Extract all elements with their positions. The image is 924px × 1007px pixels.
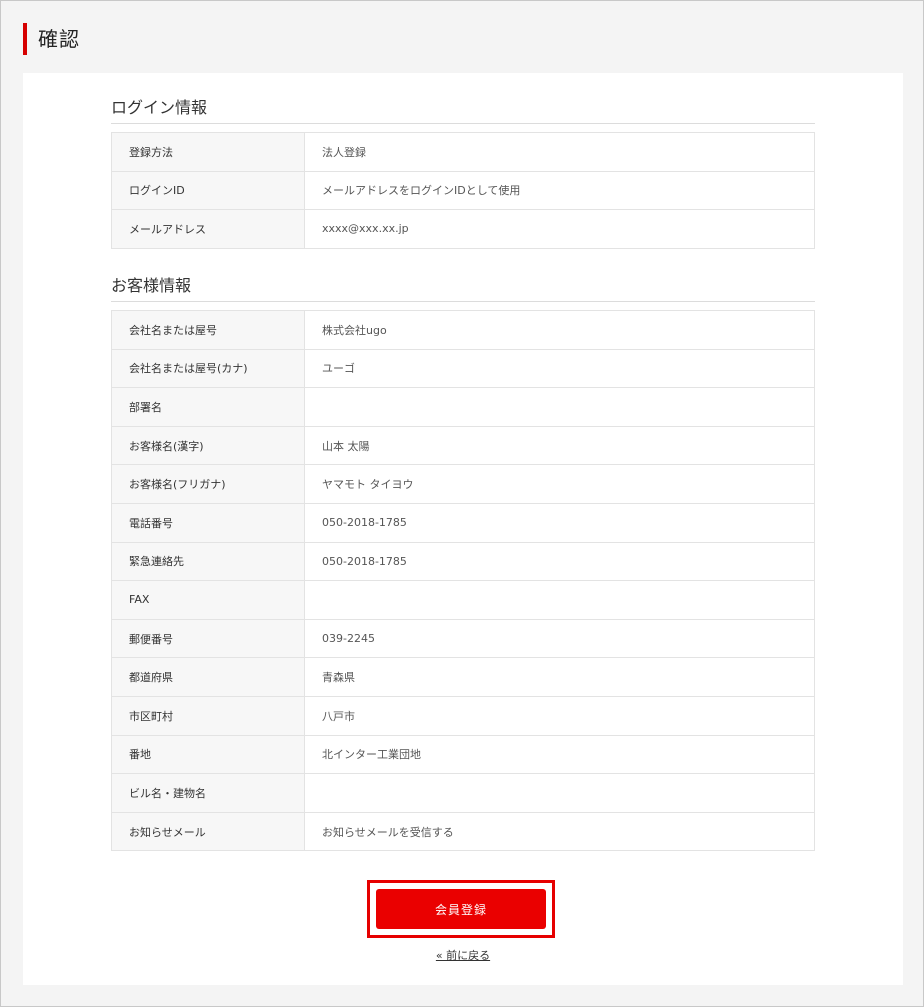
table-row: 郵便番号 039-2245 [111, 618, 815, 659]
table-row: 電話番号 050-2018-1785 [111, 502, 815, 543]
row-value: メールアドレスをログインIDとして使用 [304, 170, 815, 211]
row-label: 緊急連絡先 [111, 541, 305, 582]
table-row: 会社名または屋号 株式会社ugo [111, 310, 815, 350]
table-row: 会社名または屋号(カナ) ユーゴ [111, 348, 815, 389]
row-label: 会社名または屋号(カナ) [111, 348, 305, 389]
page-frame: 確認 ログイン情報 登録方法 法人登録 ログインID メールアドレスをログインIDとし… [0, 0, 924, 1007]
row-value: ヤマモト タイヨウ [304, 464, 815, 504]
row-label: 電話番号 [111, 502, 305, 543]
row-label: メールアドレス [111, 209, 305, 249]
table-row: 市区町村 八戸市 [111, 695, 815, 736]
row-label: 郵便番号 [111, 618, 305, 659]
row-value: 山本 太陽 [304, 425, 815, 466]
table-row: メールアドレス xxxx@xxx.xx.jp [111, 209, 815, 249]
row-value: 050-2018-1785 [304, 502, 815, 543]
row-value [304, 387, 815, 427]
table-row: ログインID メールアドレスをログインIDとして使用 [111, 170, 815, 211]
table-row: 都道府県 青森県 [111, 657, 815, 697]
row-value: 050-2018-1785 [304, 541, 815, 582]
row-value [304, 580, 815, 620]
row-value: 青森県 [304, 657, 815, 697]
customer-info-heading: お客様情報 [111, 275, 815, 302]
row-value: xxxx@xxx.xx.jp [304, 209, 815, 249]
table-row: ビル名・建物名 [111, 773, 815, 813]
row-label: ログインID [111, 170, 305, 211]
row-value: 法人登録 [304, 132, 815, 172]
row-label: 部署名 [111, 387, 305, 427]
row-label: お客様名(漢字) [111, 425, 305, 466]
submit-button-highlight: 会員登録 [367, 880, 555, 938]
table-row: お客様名(漢字) 山本 太陽 [111, 425, 815, 466]
register-member-button[interactable]: 会員登録 [376, 889, 546, 929]
confirmation-panel: ログイン情報 登録方法 法人登録 ログインID メールアドレスをログインIDとして使用… [23, 73, 903, 985]
row-label: お知らせメール [111, 811, 305, 852]
row-value: 北インター工業団地 [304, 734, 815, 775]
table-row: 番地 北インター工業団地 [111, 734, 815, 775]
table-row: 部署名 [111, 387, 815, 427]
row-label: FAX [111, 580, 305, 620]
row-label: 市区町村 [111, 695, 305, 736]
row-value: ユーゴ [304, 348, 815, 389]
row-label: 都道府県 [111, 657, 305, 697]
row-label: 会社名または屋号 [111, 310, 305, 350]
row-label: 番地 [111, 734, 305, 775]
customer-info-table: 会社名または屋号 株式会社ugo 会社名または屋号(カナ) ユーゴ 部署名 お客様名(漢字… [111, 310, 815, 852]
row-value: 039-2245 [304, 618, 815, 659]
page-title: 確認 [23, 23, 80, 55]
login-info-table: 登録方法 法人登録 ログインID メールアドレスをログインIDとして使用 メールアドレス… [111, 132, 815, 249]
table-row: お知らせメール お知らせメールを受信する [111, 811, 815, 852]
table-row: FAX [111, 580, 815, 620]
row-label: ビル名・建物名 [111, 773, 305, 813]
login-info-heading: ログイン情報 [111, 97, 815, 124]
row-value: お知らせメールを受信する [304, 811, 815, 852]
table-row: 登録方法 法人登録 [111, 132, 815, 172]
row-value [304, 773, 815, 813]
row-label: 登録方法 [111, 132, 305, 172]
table-row: 緊急連絡先 050-2018-1785 [111, 541, 815, 582]
row-value: 株式会社ugo [304, 310, 815, 350]
table-row: お客様名(フリガナ) ヤマモト タイヨウ [111, 464, 815, 504]
row-label: お客様名(フリガナ) [111, 464, 305, 504]
row-value: 八戸市 [304, 695, 815, 736]
back-link[interactable]: « 前に戻る [1, 947, 924, 963]
